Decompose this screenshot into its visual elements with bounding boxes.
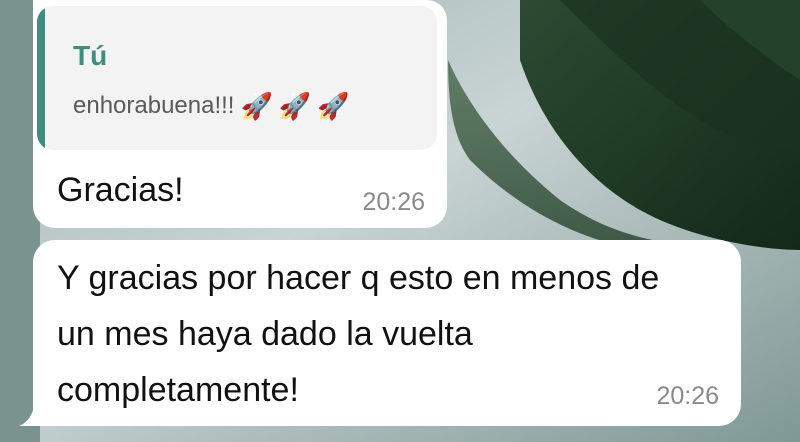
quote-text: enhorabuena!!! 🚀 🚀 🚀: [73, 90, 350, 122]
quote-text-content: enhorabuena!!!: [73, 92, 235, 119]
quoted-reply[interactable]: Tú enhorabuena!!! 🚀 🚀 🚀: [37, 6, 437, 150]
message-timestamp: 20:26: [362, 188, 425, 216]
message-text: Y gracias por hacer q esto en menos de u…: [57, 259, 660, 409]
message-timestamp: 20:26: [656, 382, 719, 410]
rocket-icon: 🚀: [278, 91, 312, 121]
message-bubble-received[interactable]: Tú enhorabuena!!! 🚀 🚀 🚀 Gracias! 20:26: [33, 0, 447, 228]
quote-author: Tú: [73, 40, 108, 71]
message-bubble-received[interactable]: Y gracias por hacer q esto en menos de u…: [33, 240, 741, 426]
quote-accent-bar: [37, 6, 45, 150]
message-text: Gracias!: [57, 171, 184, 209]
rocket-icon: 🚀: [317, 91, 350, 121]
rocket-icon: 🚀: [240, 91, 273, 121]
